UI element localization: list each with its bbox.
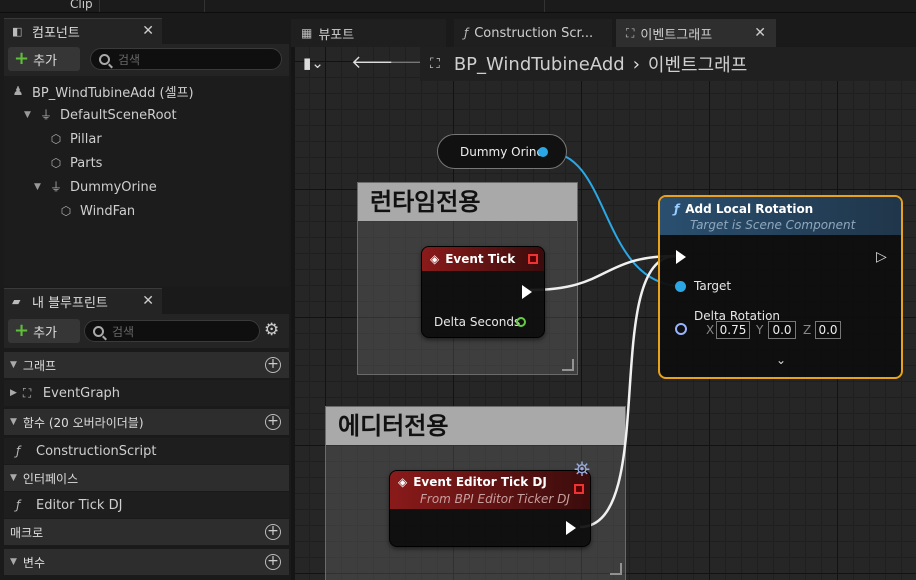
chevron-down-icon[interactable]: ⌄ <box>776 353 786 367</box>
variable-name: Dummy Orine <box>460 144 544 159</box>
pin-label: Target <box>694 279 732 293</box>
rotator-pin[interactable] <box>675 323 687 335</box>
event-tick-node[interactable]: ◈ Event Tick Delta Seconds <box>421 246 545 338</box>
exec-out-pin[interactable] <box>522 285 532 299</box>
exec-wire-tick[interactable] <box>529 254 677 292</box>
exec-out-pin-outline-icon[interactable]: ▷ <box>876 249 887 265</box>
add-local-rotation-node[interactable]: ƒ Add Local Rotation Target is Scene Comp… <box>658 195 903 379</box>
exec-in-pin[interactable] <box>676 250 686 264</box>
interface-badge-icon: ⛯ <box>574 457 590 481</box>
node-title: Event Editor Tick DJ <box>413 475 547 489</box>
target-pin[interactable] <box>675 281 686 292</box>
exec-out-pin[interactable] <box>566 521 576 535</box>
z-axis-label: Z <box>803 323 812 337</box>
delegate-pin[interactable] <box>528 254 538 264</box>
delegate-pin[interactable] <box>574 484 584 494</box>
node-subtitle: From BPI Editor Ticker DJ <box>420 492 570 506</box>
y-value-input[interactable]: 0.0 <box>768 321 796 339</box>
x-axis-label: X <box>706 323 715 337</box>
output-pin[interactable] <box>538 147 548 157</box>
z-value-input[interactable]: 0.0 <box>815 321 841 339</box>
x-value-input[interactable]: 0.75 <box>716 321 750 339</box>
node-header: ƒ Add Local Rotation Target is Scene Comp… <box>660 197 901 235</box>
y-axis-label: Y <box>756 323 764 337</box>
float-pin[interactable] <box>516 317 526 327</box>
event-icon: ◈ <box>398 475 408 489</box>
node-subtitle: Target is Scene Component <box>690 218 856 232</box>
node-title: Event Tick <box>445 252 516 266</box>
variable-node-dummy-orine[interactable]: Dummy Orine <box>437 134 567 169</box>
node-header: ◈ Event Tick <box>422 247 544 271</box>
node-title: Add Local Rotation <box>685 202 814 216</box>
function-icon: ƒ <box>674 202 680 216</box>
event-editor-tick-node[interactable]: ◈ Event Editor Tick DJ From BPI Editor T… <box>389 457 591 547</box>
pin-label: Delta Seconds <box>434 315 521 329</box>
event-icon: ◈ <box>430 252 440 266</box>
